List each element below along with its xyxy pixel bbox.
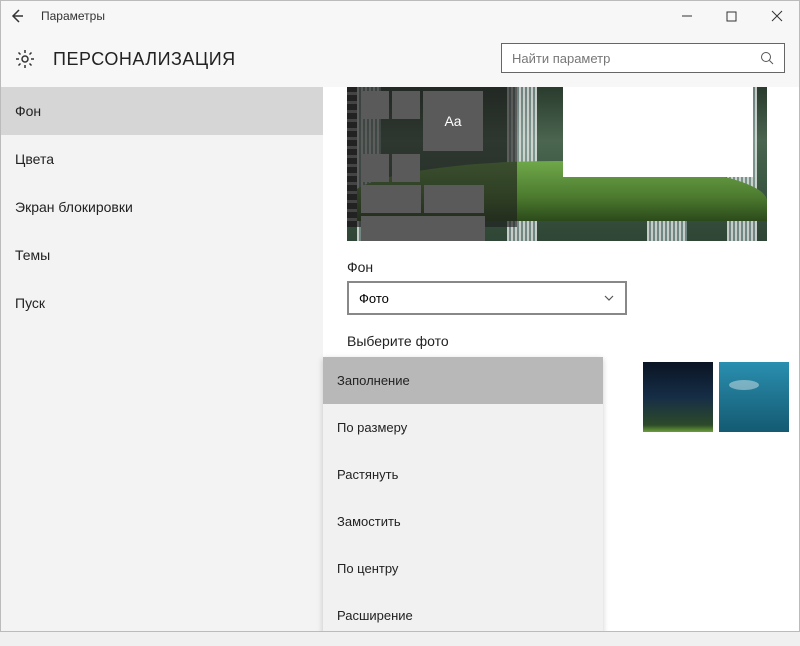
fit-dropdown: Заполнение По размеру Растянуть Замостит… <box>323 357 603 631</box>
fit-option-stretch[interactable]: Растянуть <box>323 451 603 498</box>
preview-sample-tile: Aa <box>423 91 483 151</box>
photo-thumbnail[interactable] <box>643 362 713 432</box>
choose-photo-label: Выберите фото <box>347 333 799 349</box>
dd-item-label: Расширение <box>337 608 413 623</box>
fit-option-span[interactable]: Расширение <box>323 592 603 631</box>
sidebar-item-themes[interactable]: Темы <box>1 231 323 279</box>
sidebar-item-lockscreen[interactable]: Экран блокировки <box>1 183 323 231</box>
fit-option-fill[interactable]: Заполнение <box>323 357 603 404</box>
preview-start-menu: Aa <box>357 87 517 227</box>
background-label: Фон <box>347 259 799 275</box>
maximize-icon <box>726 11 737 22</box>
combo-value: Фото <box>359 291 389 306</box>
window-controls <box>664 1 799 31</box>
dd-item-label: Замостить <box>337 514 401 529</box>
titlebar: Параметры <box>1 1 799 31</box>
header: ПЕРСОНАЛИЗАЦИЯ <box>1 31 799 87</box>
dd-item-label: Заполнение <box>337 373 410 388</box>
sidebar: Фон Цвета Экран блокировки Темы Пуск <box>1 87 323 631</box>
arrow-left-icon <box>9 8 25 24</box>
sidebar-item-label: Пуск <box>15 295 45 311</box>
body: Фон Цвета Экран блокировки Темы Пуск Aa <box>1 87 799 631</box>
sidebar-item-label: Темы <box>15 247 50 263</box>
fit-option-tile[interactable]: Замостить <box>323 498 603 545</box>
maximize-button[interactable] <box>709 1 754 31</box>
sidebar-item-label: Фон <box>15 103 41 119</box>
search-input[interactable] <box>512 51 760 66</box>
desktop-preview: Aa <box>347 87 767 241</box>
dd-item-label: По центру <box>337 561 398 576</box>
sidebar-item-label: Экран блокировки <box>15 199 133 215</box>
page-title: ПЕРСОНАЛИЗАЦИЯ <box>53 49 236 70</box>
preview-taskbar <box>347 87 357 227</box>
dd-item-label: По размеру <box>337 420 407 435</box>
preview-window-pane <box>563 87 753 177</box>
close-button[interactable] <box>754 1 799 31</box>
settings-window: Параметры ПЕРСОНАЛИЗАЦИЯ Фон <box>0 0 800 632</box>
sidebar-item-label: Цвета <box>15 151 54 167</box>
sidebar-item-colors[interactable]: Цвета <box>1 135 323 183</box>
sidebar-item-start[interactable]: Пуск <box>1 279 323 327</box>
fit-option-fit[interactable]: По размеру <box>323 404 603 451</box>
search-container <box>501 43 785 73</box>
window-title: Параметры <box>41 9 105 23</box>
fit-option-center[interactable]: По центру <box>323 545 603 592</box>
close-icon <box>771 10 783 22</box>
content: Aa Фон Фото Выберите фото Заполнен <box>323 87 799 631</box>
sidebar-item-background[interactable]: Фон <box>1 87 323 135</box>
recent-photos <box>643 362 789 432</box>
back-button[interactable] <box>1 1 33 31</box>
search-box[interactable] <box>501 43 785 73</box>
gear-icon <box>15 49 35 69</box>
chevron-down-icon <box>603 292 615 304</box>
photo-thumbnail[interactable] <box>719 362 789 432</box>
dd-item-label: Растянуть <box>337 467 398 482</box>
minimize-icon <box>681 10 693 22</box>
background-type-combo[interactable]: Фото <box>347 281 627 315</box>
minimize-button[interactable] <box>664 1 709 31</box>
search-icon <box>760 51 774 65</box>
